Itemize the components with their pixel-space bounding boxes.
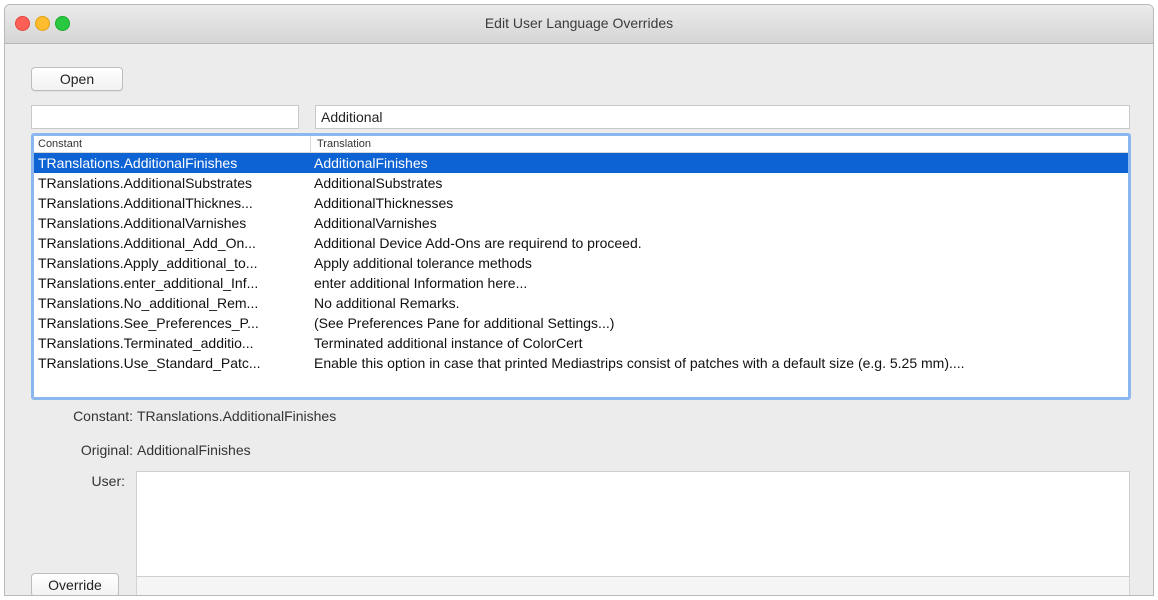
table-row[interactable]: TRanslations.AdditionalVarnishes Addition… xyxy=(34,213,1128,233)
cell-translation: AdditionalFinishes xyxy=(314,155,428,171)
cell-translation: Additional Device Add-Ons are requirend … xyxy=(314,235,642,251)
constant-filter-input[interactable] xyxy=(31,105,299,129)
override-button[interactable]: Override xyxy=(31,573,119,595)
cell-constant: TRanslations.Terminated_additio... xyxy=(38,335,254,351)
table-row[interactable]: TRanslations.Terminated_additio... Termin… xyxy=(34,333,1128,353)
table-row[interactable]: TRanslations.See_Preferences_P... (See Pr… xyxy=(34,313,1128,333)
cell-constant: TRanslations.Use_Standard_Patc... xyxy=(38,355,261,371)
table-row[interactable]: TRanslations.AdditionalFinishes Additiona… xyxy=(34,153,1128,173)
original-label: Original: xyxy=(80,442,133,458)
cell-translation: AdditionalSubstrates xyxy=(314,175,443,191)
cell-translation: enter additional Information here... xyxy=(314,275,528,291)
app-window: Edit User Language Overrides Open Consta… xyxy=(4,4,1154,596)
cell-translation: Apply additional tolerance methods xyxy=(314,255,532,271)
open-button[interactable]: Open xyxy=(31,67,123,91)
cell-constant: TRanslations.enter_additional_Inf... xyxy=(38,275,259,291)
cell-constant: TRanslations.Apply_additional_to... xyxy=(38,255,258,271)
table-body: TRanslations.AdditionalFinishes Additiona… xyxy=(34,153,1128,373)
textarea-bottom-bar xyxy=(136,577,1130,595)
table-row[interactable]: TRanslations.Use_Standard_Patc... Enable … xyxy=(34,353,1128,373)
column-header-translation[interactable]: Translation xyxy=(311,136,1128,152)
user-translation-textarea[interactable] xyxy=(136,471,1130,577)
cell-constant: TRanslations.AdditionalVarnishes xyxy=(38,215,247,231)
table-row[interactable]: TRanslations.enter_additional_Inf... ente… xyxy=(34,273,1128,293)
translation-filter-input[interactable] xyxy=(315,105,1130,129)
cell-translation: AdditionalThicknesses xyxy=(314,195,454,211)
cell-translation: No additional Remarks. xyxy=(314,295,460,311)
constant-value: TRanslations.AdditionalFinishes xyxy=(137,408,337,424)
cell-constant: TRanslations.AdditionalFinishes xyxy=(38,155,238,171)
constant-label: Constant: xyxy=(73,408,133,424)
cell-translation: Terminated additional instance of ColorC… xyxy=(314,335,583,351)
cell-translation: (See Preferences Pane for additional Set… xyxy=(314,315,615,331)
title-bar[interactable]: Edit User Language Overrides xyxy=(5,5,1153,44)
cell-constant: TRanslations.Additional_Add_On... xyxy=(38,235,256,251)
cell-constant: TRanslations.See_Preferences_P... xyxy=(38,315,259,331)
cell-translation: Enable this option in case that printed … xyxy=(314,355,965,371)
table-row[interactable]: TRanslations.No_additional_Rem... No addi… xyxy=(34,293,1128,313)
cell-constant: TRanslations.No_additional_Rem... xyxy=(38,295,259,311)
column-header-constant[interactable]: Constant xyxy=(34,136,311,152)
table-row[interactable]: TRanslations.AdditionalThicknes... Additi… xyxy=(34,193,1128,213)
table-row[interactable]: TRanslations.Additional_Add_On... Additio… xyxy=(34,233,1128,253)
original-value: AdditionalFinishes xyxy=(137,442,251,458)
cell-constant: TRanslations.AdditionalThicknes... xyxy=(38,195,253,211)
window-title: Edit User Language Overrides xyxy=(484,15,674,31)
translations-table[interactable]: Constant Translation TRanslations.Additi… xyxy=(31,133,1131,400)
table-header: Constant Translation xyxy=(34,136,1128,153)
table-row[interactable]: TRanslations.Apply_additional_to... Apply… xyxy=(34,253,1128,273)
table-row[interactable]: TRanslations.AdditionalSubstrates Additio… xyxy=(34,173,1128,193)
cell-translation: AdditionalVarnishes xyxy=(314,215,437,231)
cell-constant: TRanslations.AdditionalSubstrates xyxy=(38,175,253,191)
user-label: User: xyxy=(91,473,125,489)
